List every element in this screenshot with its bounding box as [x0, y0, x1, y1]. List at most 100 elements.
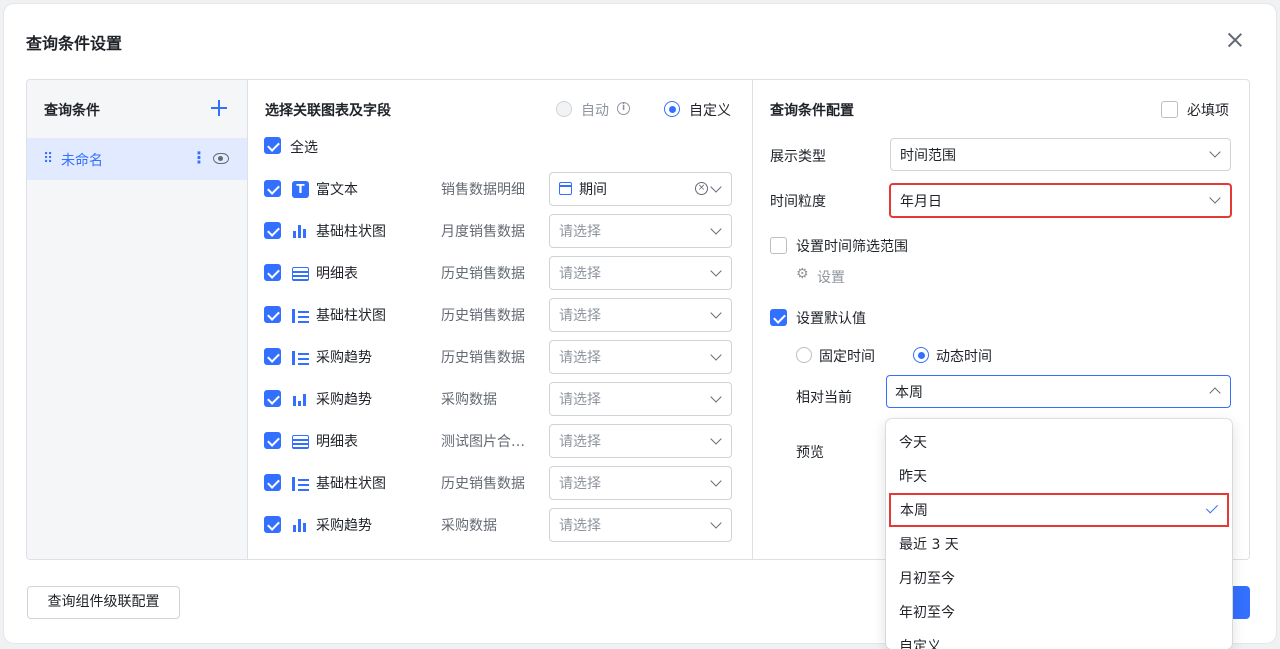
condition-list-panel: 查询条件 ⠿ 未命名 ⋮ [27, 80, 248, 559]
dropdown-option[interactable]: 自定义 [886, 629, 1232, 649]
chart-source: 测试图片合… [441, 434, 525, 450]
horizontal-bar-icon [292, 309, 309, 323]
field-select[interactable]: 请选择 [549, 214, 732, 248]
field-select[interactable]: 请选择 [549, 340, 732, 374]
dynamic-time-radio[interactable] [913, 347, 929, 363]
chevron-down-icon [710, 433, 722, 445]
chart-name: 基础柱状图 [316, 224, 386, 240]
dropdown-option-label: 年初至今 [899, 605, 955, 621]
cascade-config-button[interactable]: 查询组件级联配置 [27, 586, 180, 619]
dropdown-option-selected[interactable]: 本周 [889, 493, 1229, 527]
settings-sliders-icon[interactable]: ⚙ [796, 266, 809, 282]
relative-label: 相对当前 [796, 390, 852, 406]
chevron-down-icon [710, 181, 722, 193]
dialog-title: 查询条件设置 [26, 34, 123, 53]
check-icon [1205, 501, 1219, 514]
chart-source: 采购数据 [441, 392, 497, 408]
default-value-label: 设置默认值 [796, 311, 866, 327]
chart-row-checkbox[interactable] [264, 516, 281, 533]
select-all-checkbox[interactable] [264, 137, 281, 154]
filter-range-label: 设置时间筛选范围 [796, 239, 908, 255]
chart-row-checkbox[interactable] [264, 474, 281, 491]
chart-row-checkbox[interactable] [264, 264, 281, 281]
chart-source: 销售数据明细 [441, 182, 525, 198]
granularity-value: 年月日 [900, 194, 942, 210]
chevron-down-icon [710, 307, 722, 319]
dropdown-option-label: 本周 [900, 503, 928, 519]
relative-select[interactable]: 本周 [886, 375, 1231, 408]
close-icon[interactable] [1225, 30, 1245, 50]
dropdown-option-label: 自定义 [899, 639, 941, 649]
chart-name: 采购趋势 [316, 392, 372, 408]
required-checkbox[interactable] [1161, 101, 1178, 118]
field-select[interactable]: 请选择 [549, 382, 732, 416]
display-type-label: 展示类型 [770, 149, 826, 165]
chart-row-checkbox[interactable] [264, 390, 281, 407]
dropdown-option[interactable]: 年初至今 [886, 595, 1232, 629]
mode-custom-radio[interactable] [664, 101, 680, 117]
info-icon[interactable]: i [617, 102, 630, 115]
more-vertical-icon[interactable]: ⋮ [191, 148, 207, 167]
dropdown-option[interactable]: 昨天 [886, 459, 1232, 493]
chart-name: 明细表 [316, 434, 358, 450]
bar-chart-icon [292, 517, 309, 534]
display-type-select[interactable]: 时间范围 [890, 138, 1231, 171]
relative-value: 本周 [895, 385, 923, 401]
dropdown-option-label: 最近 3 天 [899, 537, 959, 553]
field-select[interactable]: 请选择 [549, 256, 732, 290]
add-condition-plus-icon[interactable] [211, 100, 227, 116]
chart-source: 历史销售数据 [441, 266, 525, 282]
field-select[interactable]: 请选择 [549, 424, 732, 458]
field-select[interactable]: 期间 × [549, 172, 732, 206]
chart-row: T 富文本 销售数据明细 期间 × [248, 168, 752, 210]
field-select[interactable]: 请选择 [549, 508, 732, 542]
chart-name: 基础柱状图 [316, 476, 386, 492]
dropdown-option-label: 昨天 [899, 469, 927, 485]
chevron-down-icon [710, 223, 722, 235]
dropdown-option[interactable]: 最近 3 天 [886, 527, 1232, 561]
field-select-value: 期间 [579, 182, 607, 198]
mode-auto-radio[interactable] [556, 101, 572, 117]
eye-icon[interactable] [213, 153, 229, 164]
confirm-button[interactable] [1232, 586, 1250, 619]
chart-row-checkbox[interactable] [264, 180, 281, 197]
clear-icon[interactable]: × [695, 182, 708, 195]
dropdown-option[interactable]: 今天 [886, 425, 1232, 459]
dropdown-option-label: 今天 [899, 435, 927, 451]
chevron-up-icon [1209, 387, 1221, 399]
settings-link[interactable]: 设置 [817, 267, 845, 287]
fixed-time-radio[interactable] [796, 347, 812, 363]
chart-row-checkbox[interactable] [264, 306, 281, 323]
chart-row: 基础柱状图 月度销售数据 请选择 [248, 210, 752, 252]
chart-row: 采购趋势 历史销售数据 请选择 [248, 336, 752, 378]
calendar-icon [559, 182, 572, 195]
chart-row-checkbox[interactable] [264, 348, 281, 365]
horizontal-bar-icon [292, 477, 309, 491]
combo-chart-icon [292, 391, 309, 408]
condition-item[interactable]: ⠿ 未命名 ⋮ [27, 138, 247, 180]
horizontal-bar-icon [292, 351, 309, 365]
field-select[interactable]: 请选择 [549, 298, 732, 332]
field-select[interactable]: 请选择 [549, 466, 732, 500]
field-select-placeholder: 请选择 [559, 434, 601, 450]
chart-name: 采购趋势 [316, 518, 372, 534]
default-value-checkbox[interactable] [770, 309, 787, 326]
filter-range-checkbox[interactable] [770, 237, 787, 254]
chevron-down-icon [710, 517, 722, 529]
chart-row-checkbox[interactable] [264, 222, 281, 239]
dropdown-option[interactable]: 月初至今 [886, 561, 1232, 595]
field-select-placeholder: 请选择 [559, 224, 601, 240]
chart-row: 基础柱状图 历史销售数据 请选择 [248, 462, 752, 504]
chart-field-title: 选择关联图表及字段 [265, 103, 391, 119]
field-select-placeholder: 请选择 [559, 308, 601, 324]
field-select-placeholder: 请选择 [559, 518, 601, 534]
granularity-select[interactable]: 年月日 [889, 183, 1232, 218]
chevron-down-icon [710, 475, 722, 487]
rich-text-icon: T [292, 181, 309, 198]
chevron-down-icon [1209, 146, 1221, 158]
chevron-down-icon [710, 391, 722, 403]
condition-item-label: 未命名 [61, 153, 103, 169]
required-label: 必填项 [1187, 103, 1229, 119]
chart-row-checkbox[interactable] [264, 432, 281, 449]
drag-handle-icon[interactable]: ⠿ [43, 151, 53, 167]
